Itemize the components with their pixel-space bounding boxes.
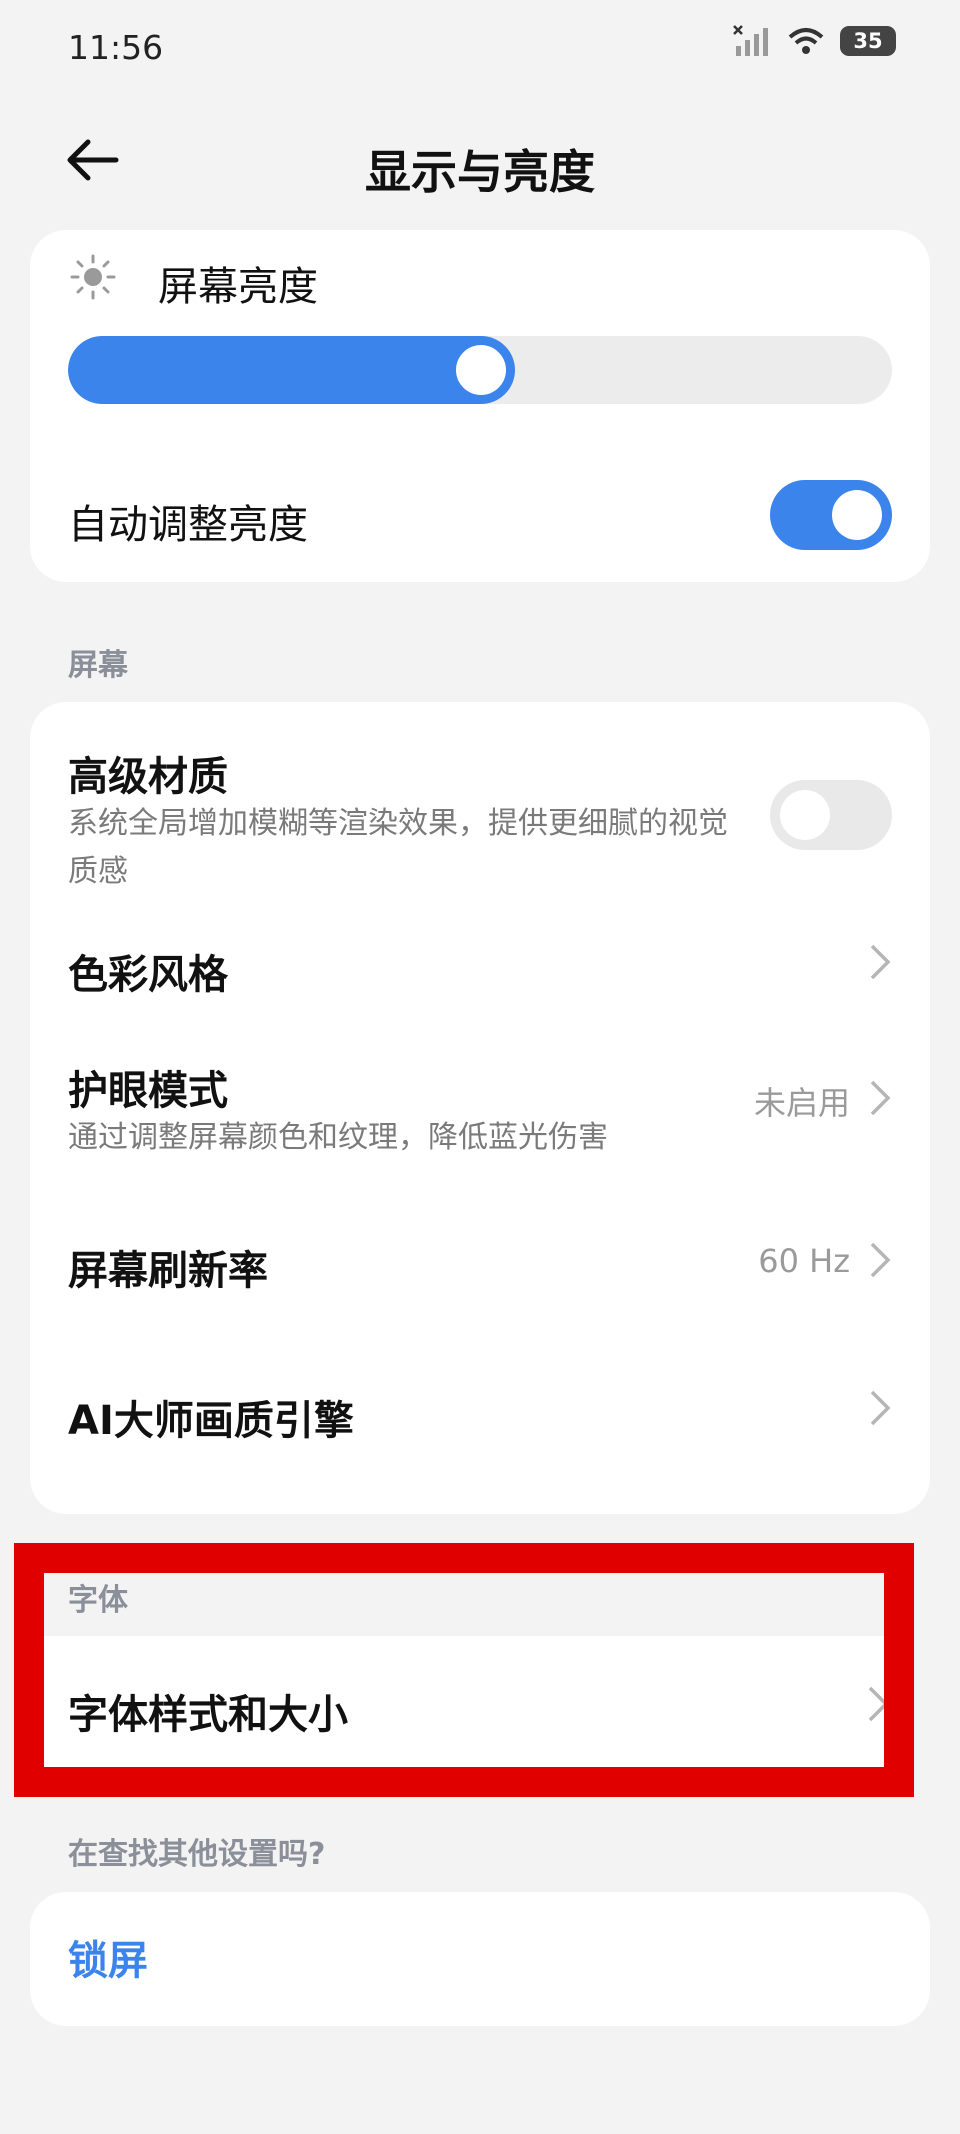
brightness-card: 屏幕亮度 自动调整亮度 xyxy=(30,230,930,582)
signal-off-icon xyxy=(733,25,768,56)
screen-card: 高级材质 系统全局增加模糊等渲染效果，提供更细腻的视觉质感 色彩风格 护眼模式 … xyxy=(30,702,930,1514)
settings-row-eye-care[interactable]: 护眼模式 通过调整屏幕颜色和纹理，降低蓝光伤害 未启用 xyxy=(30,1028,930,1188)
chevron-right-icon xyxy=(870,944,891,980)
settings-row-advanced-material[interactable]: 高级材质 系统全局增加模糊等渲染效果，提供更细腻的视觉质感 xyxy=(30,702,930,898)
row-value: 未启用 xyxy=(753,1084,850,1122)
settings-row-color-style[interactable]: 色彩风格 xyxy=(30,898,930,1028)
row-subtitle: 系统全局增加模糊等渲染效果，提供更细腻的视觉质感 xyxy=(68,806,728,889)
status-bar: 11:56 35 xyxy=(0,0,960,96)
chevron-right-icon xyxy=(870,1242,891,1278)
brightness-slider-handle[interactable] xyxy=(456,345,506,395)
row-title: 护眼模式 xyxy=(68,1068,228,1114)
other-settings-card: 锁屏 xyxy=(30,1892,930,2026)
chevron-right-icon xyxy=(870,1390,891,1426)
status-icons: 35 xyxy=(732,24,896,58)
toggle-knob xyxy=(780,790,830,840)
sun-icon xyxy=(70,254,116,300)
row-title: 高级材质 xyxy=(68,754,228,800)
battery-icon: 35 xyxy=(840,26,896,56)
lock-screen-link[interactable]: 锁屏 xyxy=(68,1928,148,1986)
settings-row-refresh-rate[interactable]: 屏幕刷新率 60 Hz xyxy=(30,1188,930,1338)
page-title: 显示与亮度 xyxy=(365,145,595,199)
wifi-icon xyxy=(788,28,824,54)
section-label-other: 在查找其他设置吗? xyxy=(68,1837,326,1872)
settings-row-font-style-size[interactable]: 字体样式和大小 xyxy=(44,1636,894,1786)
brightness-label: 屏幕亮度 xyxy=(158,264,318,310)
row-title: 字体样式和大小 xyxy=(68,1692,348,1738)
brightness-slider[interactable] xyxy=(68,336,892,404)
section-label-screen: 屏幕 xyxy=(68,648,128,683)
chevron-right-icon xyxy=(868,1686,889,1722)
row-value: 60 Hz xyxy=(758,1242,850,1280)
row-title: 屏幕刷新率 xyxy=(68,1248,268,1294)
section-label-font: 字体 xyxy=(68,1583,128,1618)
font-card: 字体样式和大小 xyxy=(44,1636,894,1786)
auto-brightness-label: 自动调整亮度 xyxy=(68,502,308,548)
chevron-right-icon xyxy=(870,1080,891,1116)
header: 显示与亮度 xyxy=(0,110,960,210)
settings-row-ai-engine[interactable]: AI大师画质引擎 xyxy=(30,1338,930,1488)
auto-brightness-toggle[interactable] xyxy=(770,480,892,550)
brightness-slider-fill xyxy=(68,336,515,404)
toggle-knob xyxy=(832,490,882,540)
row-subtitle: 通过调整屏幕颜色和纹理，降低蓝光伤害 xyxy=(68,1120,608,1155)
row-title: 色彩风格 xyxy=(68,952,228,998)
status-time: 11:56 xyxy=(68,28,164,67)
row-title: AI大师画质引擎 xyxy=(68,1398,354,1444)
advanced-material-toggle[interactable] xyxy=(770,780,892,850)
